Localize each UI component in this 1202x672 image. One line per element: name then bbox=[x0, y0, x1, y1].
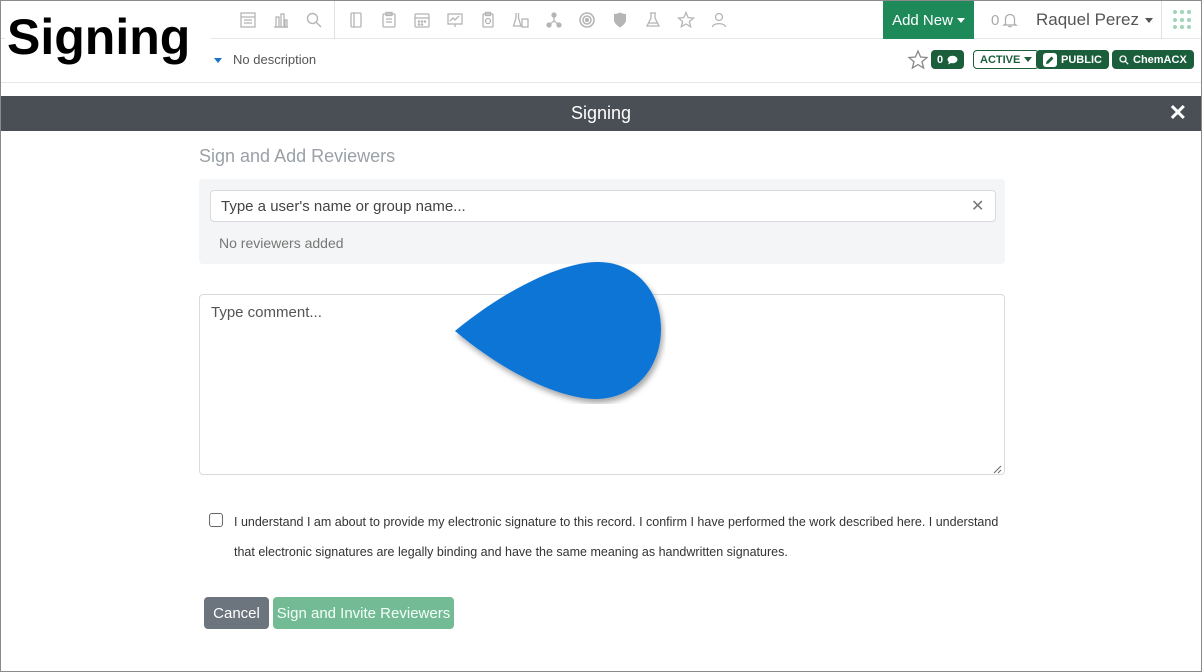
chevron-down-icon[interactable] bbox=[214, 58, 222, 63]
cancel-button[interactable]: Cancel bbox=[204, 597, 269, 629]
search-icon bbox=[1119, 54, 1129, 65]
agreement-checkbox[interactable] bbox=[209, 513, 223, 527]
clear-icon[interactable]: ✕ bbox=[971, 196, 984, 216]
section-title: Sign and Add Reviewers bbox=[199, 146, 396, 166]
speech-bubble-icon bbox=[947, 55, 958, 64]
modal-header: Signing ✕ bbox=[1, 96, 1201, 131]
close-icon[interactable]: ✕ bbox=[1169, 102, 1187, 124]
user-name-label: Raquel Perez bbox=[1036, 10, 1140, 29]
users-icon[interactable] bbox=[702, 1, 735, 39]
notebook-icon[interactable] bbox=[339, 1, 372, 39]
app-window: Add New 0 Raquel Perez Signing No descri… bbox=[0, 0, 1202, 672]
status-dropdown[interactable]: ACTIVE bbox=[973, 50, 1040, 69]
signing-modal-body: Sign and Add Reviewers ✕ No reviewers ad… bbox=[1, 131, 1201, 671]
sign-and-invite-button[interactable]: Sign and Invite Reviewers bbox=[273, 597, 454, 629]
shield-icon[interactable] bbox=[603, 1, 636, 39]
pointer-callout-icon bbox=[455, 261, 661, 399]
chemacx-label: ChemACX bbox=[1133, 53, 1187, 66]
search-icon[interactable] bbox=[297, 1, 330, 39]
nav-divider bbox=[1161, 1, 1162, 39]
clipboard-icon[interactable] bbox=[372, 1, 405, 39]
status-label: ACTIVE bbox=[980, 53, 1021, 66]
no-reviewers-text: No reviewers added bbox=[219, 235, 344, 251]
presentation-icon[interactable] bbox=[438, 1, 471, 39]
chevron-down-icon bbox=[956, 17, 965, 23]
user-menu[interactable]: Raquel Perez bbox=[1036, 1, 1154, 39]
visibility-label: PUBLIC bbox=[1061, 53, 1102, 66]
reviewer-panel: ✕ No reviewers added bbox=[199, 179, 1005, 264]
star-icon[interactable] bbox=[669, 1, 702, 39]
calendar-icon[interactable] bbox=[405, 1, 438, 39]
beaker-icon[interactable] bbox=[636, 1, 669, 39]
chevron-down-icon bbox=[1024, 57, 1033, 62]
apps-grid-icon[interactable] bbox=[1173, 10, 1193, 30]
nav-divider bbox=[334, 1, 335, 39]
visibility-button[interactable]: PUBLIC bbox=[1036, 50, 1109, 69]
bell-icon bbox=[1002, 13, 1019, 28]
agreement-text: I understand I am about to provide my el… bbox=[234, 515, 999, 559]
comment-count: 0 bbox=[937, 53, 944, 66]
favorite-star-icon[interactable] bbox=[907, 49, 929, 71]
molecule-icon[interactable] bbox=[537, 1, 570, 39]
notifications-button[interactable]: 0 bbox=[991, 1, 1019, 39]
chemacx-button[interactable]: ChemACX bbox=[1112, 50, 1194, 69]
resize-handle-icon[interactable] bbox=[992, 464, 1002, 474]
nav-icon-bar bbox=[231, 1, 735, 39]
sample-icon[interactable] bbox=[471, 1, 504, 39]
comment-count-badge[interactable]: 0 bbox=[931, 50, 965, 69]
modal-title: Signing bbox=[570, 103, 632, 123]
notification-count: 0 bbox=[991, 11, 1000, 29]
flask-rack-icon[interactable] bbox=[504, 1, 537, 39]
add-new-label: Add New bbox=[892, 11, 953, 29]
caption-title: Signing bbox=[5, 5, 211, 69]
target-icon[interactable] bbox=[570, 1, 603, 39]
pencil-icon bbox=[1043, 52, 1057, 67]
reviewer-search-input[interactable] bbox=[210, 190, 996, 222]
chevron-down-icon bbox=[1145, 17, 1154, 23]
chart-icon[interactable] bbox=[264, 1, 297, 39]
description-text[interactable]: No description bbox=[233, 52, 316, 67]
add-new-button[interactable]: Add New bbox=[883, 1, 974, 39]
reports-icon[interactable] bbox=[231, 1, 264, 39]
